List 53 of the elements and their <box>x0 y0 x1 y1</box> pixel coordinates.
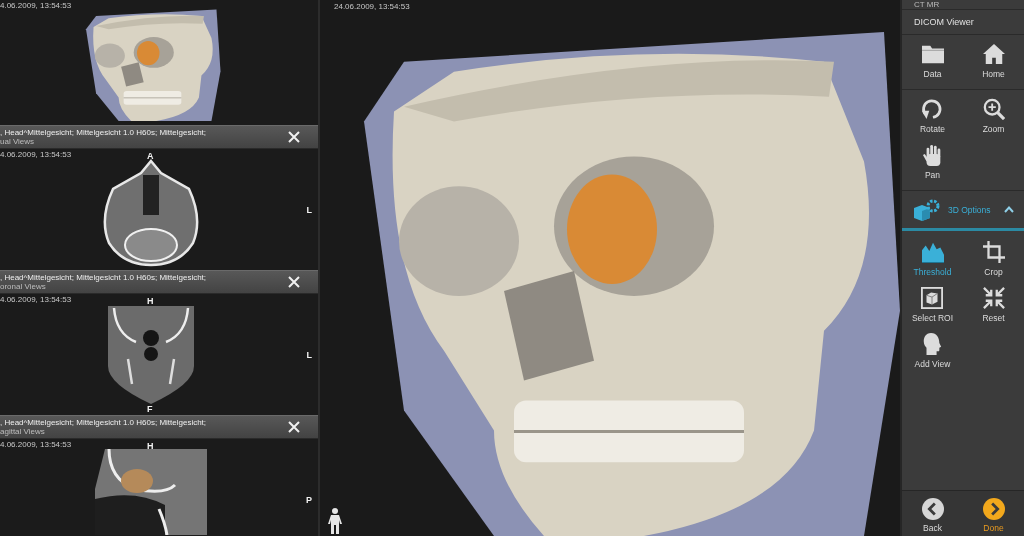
view-name: oronal Views <box>0 282 46 291</box>
orientation-label: A <box>147 151 154 161</box>
sidebar-title: DICOM Viewer <box>902 9 1024 35</box>
study-date: 24.06.2009, 13:54:53 <box>334 2 410 11</box>
close-icon <box>288 276 300 288</box>
orientation-label: H <box>147 441 154 451</box>
histogram-icon <box>921 241 944 263</box>
reset-button[interactable]: Reset <box>980 285 1007 325</box>
series-description: , Head^Mittelgesicht; Mittelgesicht 1.0 H60s; Mittelgesicht; <box>0 418 207 427</box>
view-name: agittal Views <box>0 427 45 436</box>
rotate-button[interactable]: Rotate <box>917 96 947 136</box>
close-button[interactable] <box>288 276 300 288</box>
view-name: ual Views <box>0 137 35 146</box>
close-icon <box>288 131 300 143</box>
main-viewport[interactable]: 24.06.2009, 13:54:53 <box>320 0 900 536</box>
study-date: 4.06.2009, 13:54:53 <box>0 150 72 159</box>
orientation-label: L <box>306 350 312 360</box>
add-view-button[interactable]: Add View <box>912 331 953 371</box>
pan-button[interactable]: Pan <box>919 142 946 182</box>
close-icon <box>288 421 300 433</box>
data-button[interactable]: Data <box>919 41 946 81</box>
back-button[interactable]: Back <box>919 498 946 533</box>
done-button[interactable]: Done <box>980 498 1007 533</box>
orientation-label: H <box>147 296 154 306</box>
modality-label: CT MR <box>913 0 940 9</box>
back-chevron-icon <box>921 498 944 520</box>
series-description: , Head^Mittelgesicht; Mittelgesicht 1.0 H60s; Mittelgesicht; <box>0 273 207 282</box>
orientation-label: P <box>306 495 312 505</box>
study-date: 4.06.2009, 13:54:53 <box>0 295 72 304</box>
inward-arrows-icon <box>982 287 1005 309</box>
crop-icon <box>982 241 1005 263</box>
home-icon <box>982 43 1005 65</box>
rotate-icon <box>921 98 944 120</box>
head-icon <box>921 333 944 355</box>
series-description: , Head^Mittelgesicht; Mittelgesicht 1.0 H60s; Mittelgesicht; <box>0 128 207 137</box>
threshold-button[interactable]: Threshold <box>911 239 954 279</box>
folder-icon <box>921 43 944 65</box>
cube-icon <box>921 287 944 309</box>
orientation-label: L <box>306 205 312 215</box>
study-date: 4.06.2009, 13:54:53 <box>0 1 72 10</box>
study-date: 4.06.2009, 13:54:53 <box>0 440 72 449</box>
close-button[interactable] <box>288 131 300 143</box>
orientation-label: F <box>147 404 153 414</box>
human-figure-icon <box>328 508 342 534</box>
forward-chevron-icon <box>982 498 1005 520</box>
home-button[interactable]: Home <box>980 41 1007 81</box>
options-section-toggle[interactable]: 3D Options <box>902 191 1024 231</box>
zoom-in-icon <box>982 98 1005 120</box>
crop-button[interactable]: Crop <box>980 239 1007 279</box>
cube-gear-icon <box>914 198 940 221</box>
zoom-button[interactable]: Zoom <box>980 96 1007 136</box>
select-roi-button[interactable]: Select ROI <box>909 285 956 325</box>
close-button[interactable] <box>288 421 300 433</box>
